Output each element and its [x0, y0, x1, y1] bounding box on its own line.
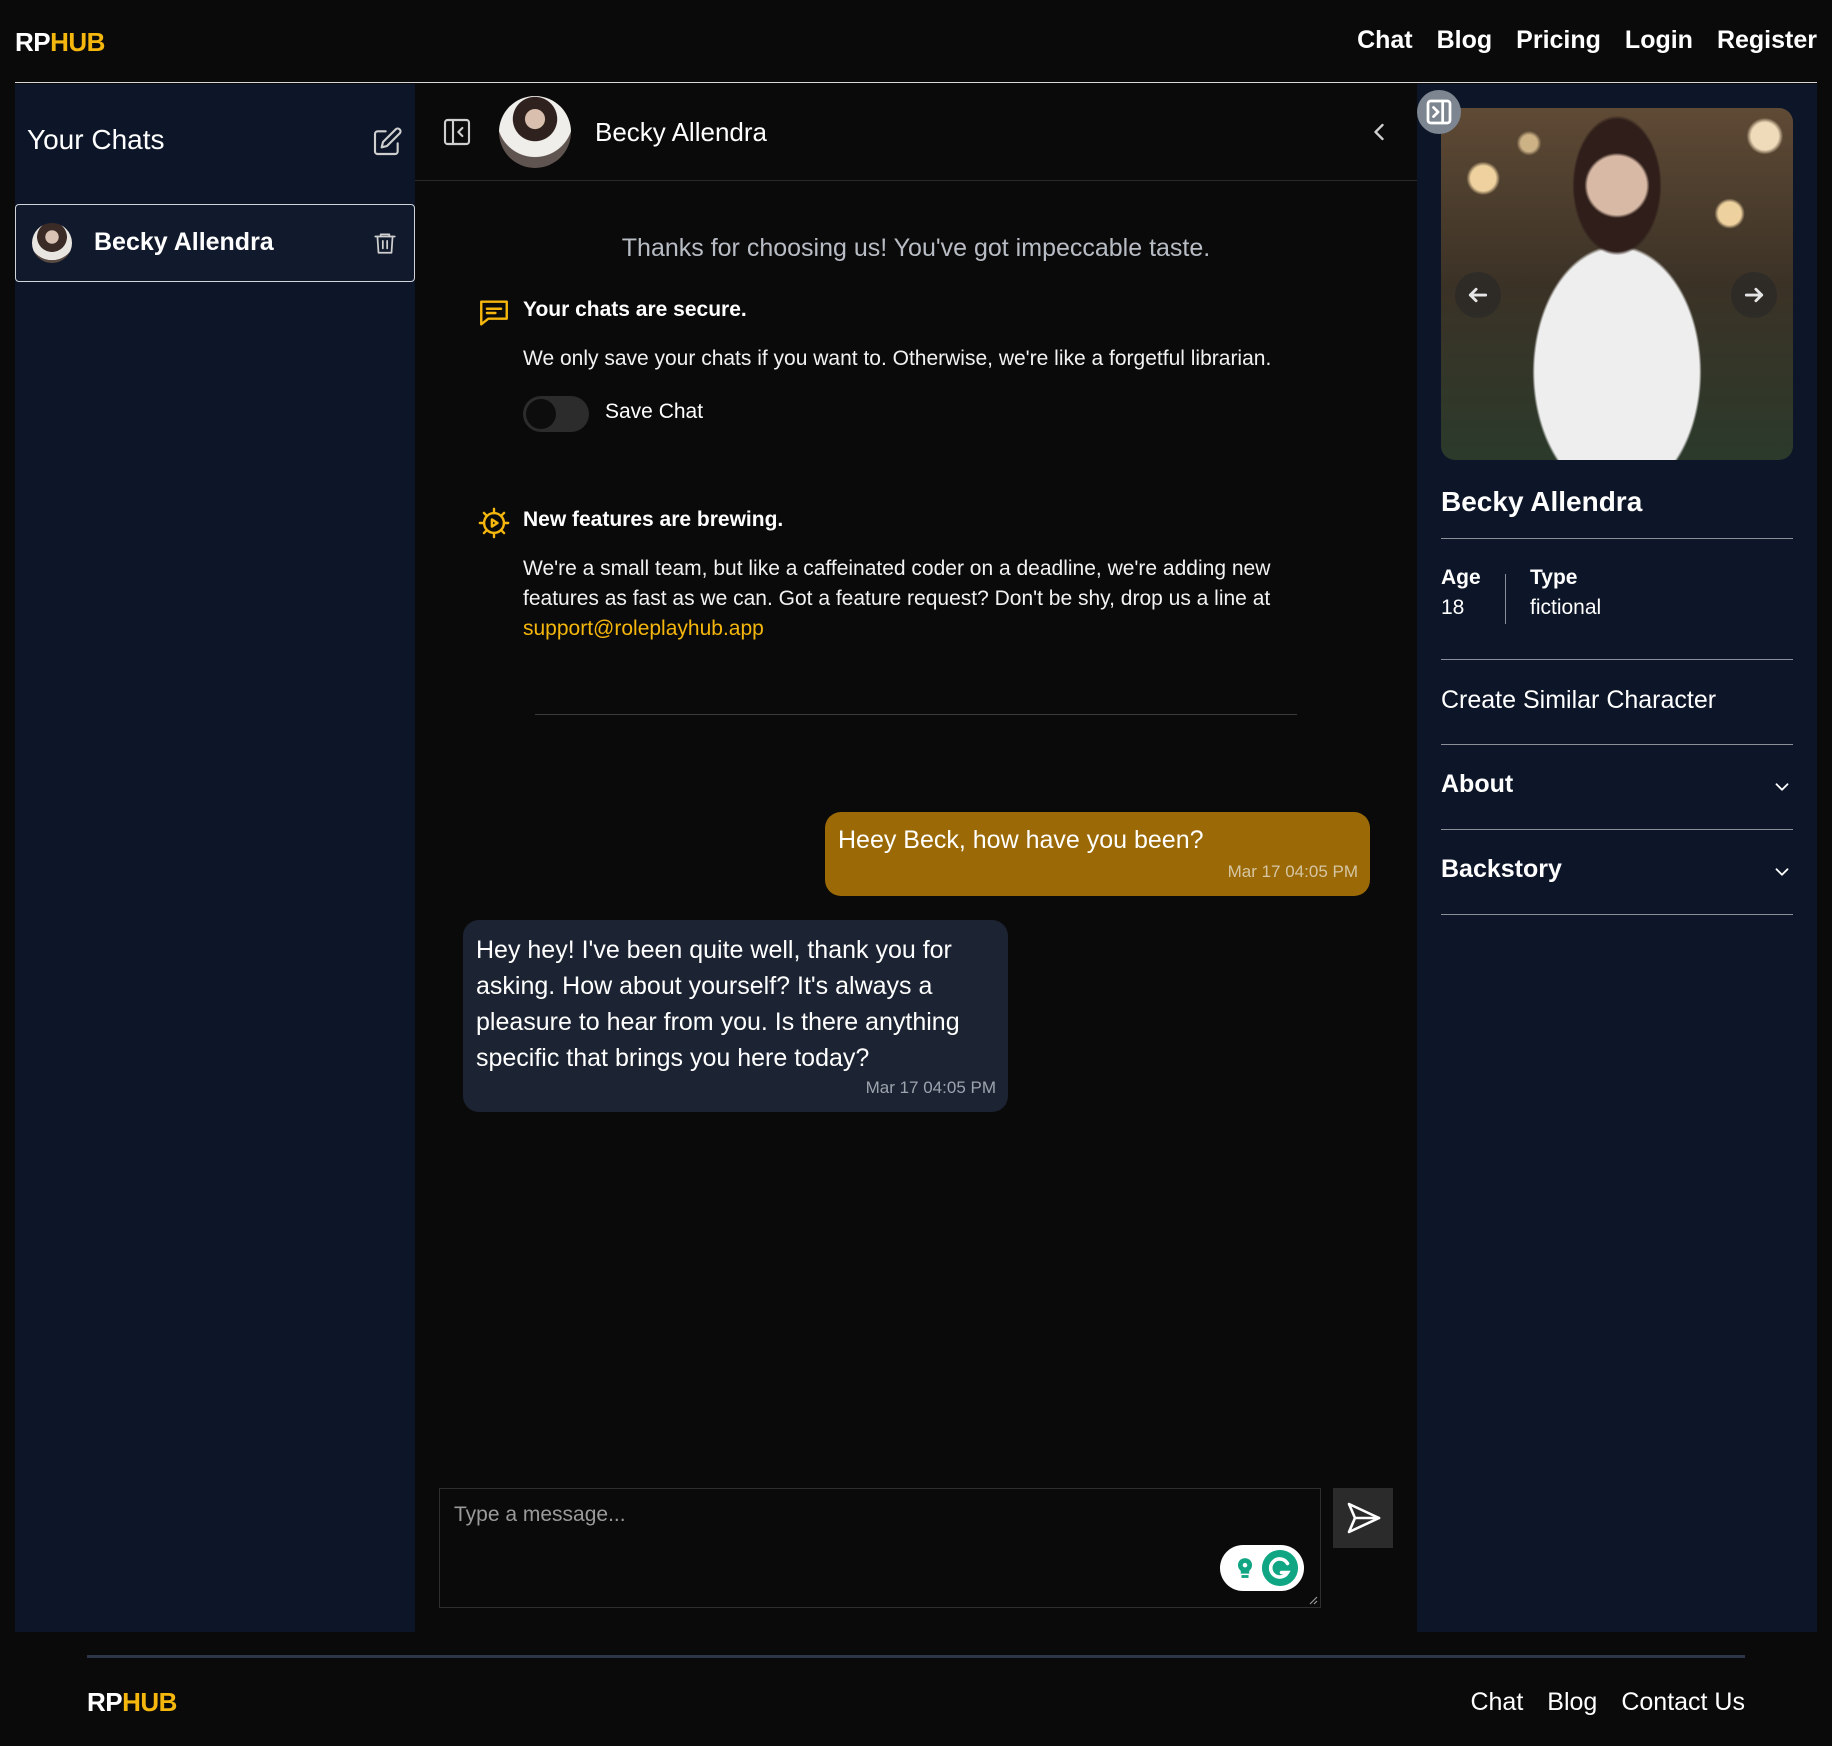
- brand-rp: RP: [87, 1687, 123, 1717]
- panel-right-icon: [1426, 99, 1452, 125]
- chevron-down-icon: [1775, 868, 1789, 876]
- nav-register-link[interactable]: Register: [1717, 26, 1817, 55]
- user-message-text: Heey Beck, how have you been?: [838, 826, 1204, 854]
- character-profile-panel: Becky Allendra Age 18 Type fictional Cre…: [1417, 84, 1817, 1632]
- user-message-time: Mar 17 04:05 PM: [1227, 862, 1358, 881]
- profile-divider: [1441, 659, 1793, 660]
- chat-header: Becky Allendra: [415, 84, 1417, 181]
- chevron-left-icon: [1374, 123, 1384, 141]
- backstory-accordion[interactable]: Backstory: [1441, 841, 1793, 901]
- features-body: We're a small team, but like a caffeinat…: [523, 554, 1343, 644]
- nav-login-link[interactable]: Login: [1625, 26, 1693, 55]
- arrow-left-icon: [1468, 287, 1488, 303]
- character-avatar[interactable]: [499, 96, 571, 168]
- profile-character-name: Becky Allendra: [1441, 486, 1643, 517]
- brand-logo[interactable]: RPHUB: [15, 27, 105, 58]
- brand-hub: HUB: [50, 27, 105, 57]
- nav-links: Chat Blog Pricing Login Register: [1357, 26, 1817, 55]
- lightbulb-icon: [1228, 1551, 1262, 1585]
- features-title: New features are brewing.: [523, 508, 784, 531]
- message-input-box: [439, 1488, 1321, 1608]
- features-body-text: We're a small team, but like a caffeinat…: [523, 557, 1271, 610]
- age-label: Age: [1441, 566, 1481, 589]
- toggle-profile-button[interactable]: [1365, 116, 1393, 148]
- age-value: 18: [1441, 596, 1465, 619]
- send-icon: [1347, 1502, 1381, 1534]
- welcome-text: Thanks for choosing us! You've got impec…: [621, 234, 1211, 262]
- chevron-down-icon: [1775, 783, 1789, 791]
- gear-play-icon: [478, 507, 510, 539]
- chat-item-name: Becky Allendra: [94, 228, 274, 256]
- notice-divider: [535, 714, 1297, 715]
- chat-character-name: Becky Allendra: [595, 117, 767, 147]
- about-accordion[interactable]: About: [1441, 756, 1793, 816]
- footer-divider: [87, 1655, 1745, 1658]
- new-chat-button[interactable]: [371, 126, 403, 158]
- previous-image-button[interactable]: [1455, 272, 1501, 318]
- create-similar-character-button[interactable]: Create Similar Character: [1441, 686, 1716, 715]
- message-input[interactable]: [440, 1489, 1320, 1607]
- send-button[interactable]: [1333, 1488, 1393, 1548]
- nav-pricing-link[interactable]: Pricing: [1516, 26, 1601, 55]
- next-image-button[interactable]: [1731, 272, 1777, 318]
- stat-divider: [1505, 574, 1506, 624]
- bot-message-time: Mar 17 04:05 PM: [865, 1078, 996, 1097]
- footer-contact-link[interactable]: Contact Us: [1621, 1688, 1745, 1717]
- profile-divider: [1441, 829, 1793, 830]
- grammarly-icon: [1262, 1550, 1298, 1586]
- brand-hub: HUB: [122, 1687, 177, 1717]
- collapse-sidebar-button[interactable]: [441, 116, 473, 148]
- footer-logo[interactable]: RPHUB: [87, 1687, 177, 1718]
- profile-divider: [1441, 538, 1793, 539]
- type-label: Type: [1530, 566, 1578, 589]
- chat-panel: Becky Allendra Thanks for choosing us! Y…: [415, 84, 1417, 1632]
- type-value: fictional: [1530, 596, 1602, 619]
- trash-icon: [374, 233, 396, 254]
- message-square-icon: [480, 300, 508, 326]
- secure-title: Your chats are secure.: [523, 298, 747, 321]
- about-label: About: [1441, 770, 1514, 798]
- footer-links: Chat Blog Contact Us: [1470, 1688, 1745, 1717]
- bot-message-text: Hey hey! I've been quite well, thank you…: [476, 936, 960, 1072]
- save-chat-label: Save Chat: [605, 400, 704, 423]
- footer-blog-link[interactable]: Blog: [1547, 1688, 1597, 1717]
- close-panel-button[interactable]: [1417, 90, 1461, 134]
- nav-blog-link[interactable]: Blog: [1437, 26, 1493, 55]
- brand-rp: RP: [15, 27, 51, 57]
- footer-chat-link[interactable]: Chat: [1470, 1688, 1523, 1717]
- backstory-label: Backstory: [1441, 855, 1562, 883]
- resize-handle-icon[interactable]: [1306, 1593, 1318, 1605]
- toggle-knob: [526, 399, 556, 429]
- secure-body: We only save your chats if you want to. …: [523, 347, 1272, 370]
- grammarly-widget[interactable]: [1220, 1545, 1304, 1591]
- nav-chat-link[interactable]: Chat: [1357, 26, 1413, 55]
- profile-divider: [1441, 914, 1793, 915]
- bot-message: Hey hey! I've been quite well, thank you…: [463, 920, 1008, 1112]
- arrow-right-icon: [1744, 287, 1764, 303]
- save-chat-toggle[interactable]: [523, 396, 589, 432]
- top-navbar: RPHUB Chat Blog Pricing Login Register: [15, 0, 1817, 83]
- chat-list-item[interactable]: Becky Allendra: [15, 204, 415, 282]
- your-chats-title: Your Chats: [27, 124, 165, 155]
- chats-sidebar: Your Chats Becky Allendra: [15, 84, 415, 1632]
- sidebar-collapse-icon: [443, 118, 471, 146]
- user-message: Heey Beck, how have you been? Mar 17 04:…: [825, 812, 1370, 896]
- support-email-link[interactable]: support@roleplayhub.app: [523, 617, 764, 640]
- profile-divider: [1441, 744, 1793, 745]
- edit-icon: [373, 127, 402, 156]
- chat-avatar: [32, 223, 72, 263]
- delete-chat-button[interactable]: [372, 229, 398, 257]
